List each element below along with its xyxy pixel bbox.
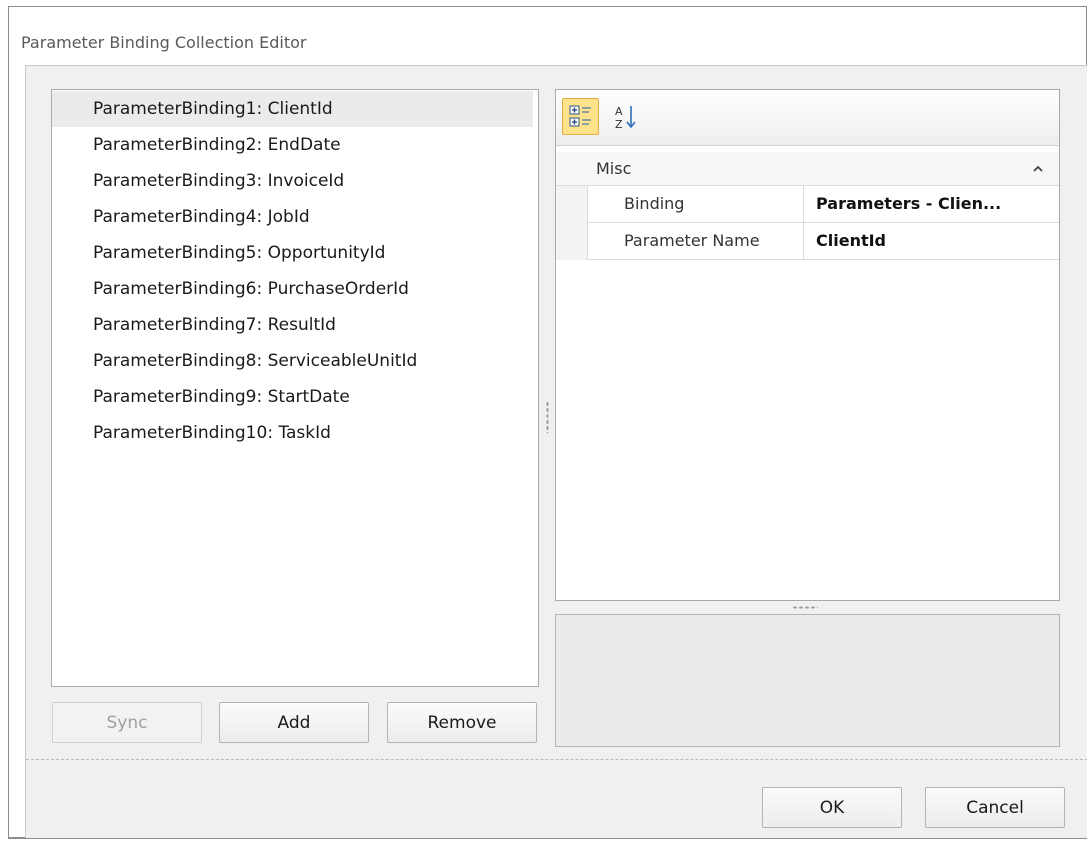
property-value[interactable]: Parameters - Clien...	[805, 186, 1059, 222]
list-item[interactable]: ParameterBinding8: ServiceableUnitId	[52, 343, 533, 379]
list-item[interactable]: ParameterBinding7: ResultId	[52, 307, 533, 343]
dialog-window: Parameter Binding Collection Editor Para…	[8, 6, 1087, 839]
property-row-binding[interactable]: Binding Parameters - Clien...	[588, 186, 1059, 223]
svg-text:Z: Z	[615, 118, 623, 131]
property-row-parameter-name[interactable]: Parameter Name ClientId	[588, 223, 1059, 260]
ok-button[interactable]: OK	[762, 787, 902, 828]
list-item[interactable]: ParameterBinding9: StartDate	[52, 379, 533, 415]
window-title: Parameter Binding Collection Editor	[21, 33, 307, 52]
category-row-misc[interactable]: Misc	[556, 152, 1059, 186]
property-grid-toolbar: A Z	[556, 90, 1059, 146]
list-item[interactable]: ParameterBinding5: OpportunityId	[52, 235, 533, 271]
category-label: Misc	[596, 159, 632, 178]
add-button[interactable]: Add	[219, 702, 369, 743]
description-panel	[555, 614, 1060, 747]
separator	[26, 759, 1087, 760]
chevron-up-icon[interactable]	[1031, 162, 1045, 176]
sync-button[interactable]: Sync	[52, 702, 202, 743]
vertical-splitter[interactable]	[546, 401, 549, 433]
list-item[interactable]: ParameterBinding1: ClientId	[52, 91, 533, 127]
sort-az-icon: A Z	[615, 105, 636, 131]
list-item[interactable]: ParameterBinding10: TaskId	[52, 415, 533, 451]
property-indent-gutter	[556, 186, 588, 260]
remove-button[interactable]: Remove	[387, 702, 537, 743]
property-value[interactable]: ClientId	[805, 223, 1059, 259]
horizontal-splitter[interactable]	[792, 606, 818, 609]
list-item[interactable]: ParameterBinding3: InvoiceId	[52, 163, 533, 199]
categorized-icon	[569, 105, 591, 127]
list-item[interactable]: ParameterBinding6: PurchaseOrderId	[52, 271, 533, 307]
categorized-button[interactable]	[562, 98, 599, 135]
dialog-body: ParameterBinding1: ClientId ParameterBin…	[25, 65, 1087, 838]
svg-text:A: A	[615, 105, 623, 118]
list-item[interactable]: ParameterBinding4: JobId	[52, 199, 533, 235]
list-item[interactable]: ParameterBinding2: EndDate	[52, 127, 533, 163]
alphabetical-button[interactable]: A Z	[614, 103, 640, 131]
property-name: Parameter Name	[588, 223, 804, 259]
title-bar[interactable]: Parameter Binding Collection Editor	[9, 7, 1086, 65]
property-name: Binding	[588, 186, 804, 222]
cancel-button[interactable]: Cancel	[925, 787, 1065, 828]
collection-list[interactable]: ParameterBinding1: ClientId ParameterBin…	[51, 89, 539, 687]
property-grid: A Z Misc Binding Parameters - Clien... P…	[555, 89, 1060, 601]
